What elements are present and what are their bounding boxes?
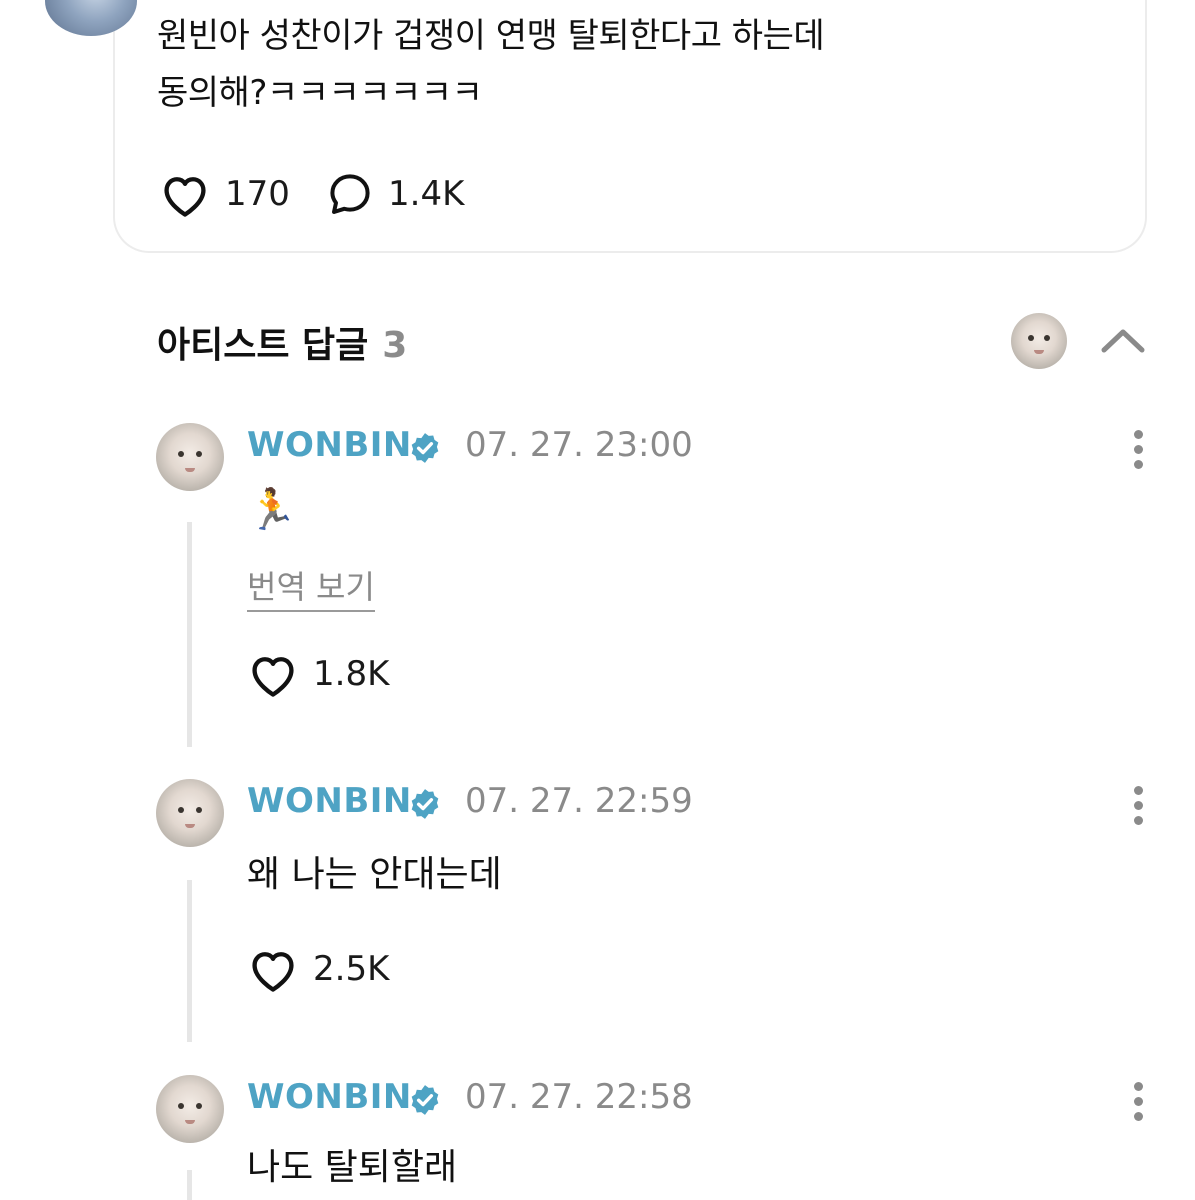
post-text-line-2: 동의해?ㅋㅋㅋㅋㅋㅋㅋ xyxy=(157,73,483,113)
more-options-icon[interactable] xyxy=(1131,430,1145,475)
reply-timestamp: 07. 27. 23:00 xyxy=(465,425,693,465)
heart-icon xyxy=(252,657,294,697)
reply-body-emoji: 🏃 xyxy=(247,487,297,533)
heart-icon xyxy=(164,177,206,217)
reply-timestamp: 07. 27. 22:58 xyxy=(465,1077,693,1117)
post-comment-count: 1.4K xyxy=(388,174,465,214)
artist-replies-count: 3 xyxy=(382,325,408,366)
reply-like-button[interactable]: 2.5K xyxy=(247,945,389,993)
post-comment-button[interactable]: 1.4K xyxy=(326,170,464,218)
artist-avatar-small xyxy=(1011,313,1067,369)
reply-avatar[interactable] xyxy=(156,423,224,491)
verified-badge-icon xyxy=(411,433,439,463)
comment-icon xyxy=(330,174,370,214)
more-options-icon[interactable] xyxy=(1131,786,1145,831)
reply-avatar[interactable] xyxy=(156,1075,224,1143)
reply-like-button[interactable]: 1.8K xyxy=(247,650,389,698)
thread-line xyxy=(187,880,192,1042)
reply-author-name[interactable]: WONBIN xyxy=(247,1077,412,1117)
reply-like-count: 1.8K xyxy=(313,654,390,694)
collapse-chevron-icon[interactable] xyxy=(1100,326,1146,356)
reply-author-name[interactable]: WONBIN xyxy=(247,425,412,465)
artist-replies-header: 아티스트 답글 3 xyxy=(157,316,407,368)
translate-link[interactable]: 번역 보기 xyxy=(247,562,375,612)
heart-icon xyxy=(252,952,294,992)
post-like-button[interactable]: 170 xyxy=(159,170,290,218)
verified-badge-icon xyxy=(411,789,439,819)
reply-timestamp: 07. 27. 22:59 xyxy=(465,781,693,821)
thread-line xyxy=(187,1170,192,1200)
reply-avatar[interactable] xyxy=(156,779,224,847)
thread-line xyxy=(187,522,192,747)
post-text-line-1: 원빈아 성찬이가 겁쟁이 연맹 탈퇴한다고 하는데 xyxy=(157,16,825,56)
artist-replies-title: 아티스트 답글 xyxy=(157,325,369,366)
post-like-count: 170 xyxy=(225,174,290,214)
reply-author-name[interactable]: WONBIN xyxy=(247,781,412,821)
reply-body-text: 나도 탈퇴할래 xyxy=(247,1147,458,1188)
reply-like-count: 2.5K xyxy=(313,949,390,989)
verified-badge-icon xyxy=(411,1085,439,1115)
reply-body-text: 왜 나는 안대는데 xyxy=(247,854,502,895)
more-options-icon[interactable] xyxy=(1131,1082,1145,1127)
